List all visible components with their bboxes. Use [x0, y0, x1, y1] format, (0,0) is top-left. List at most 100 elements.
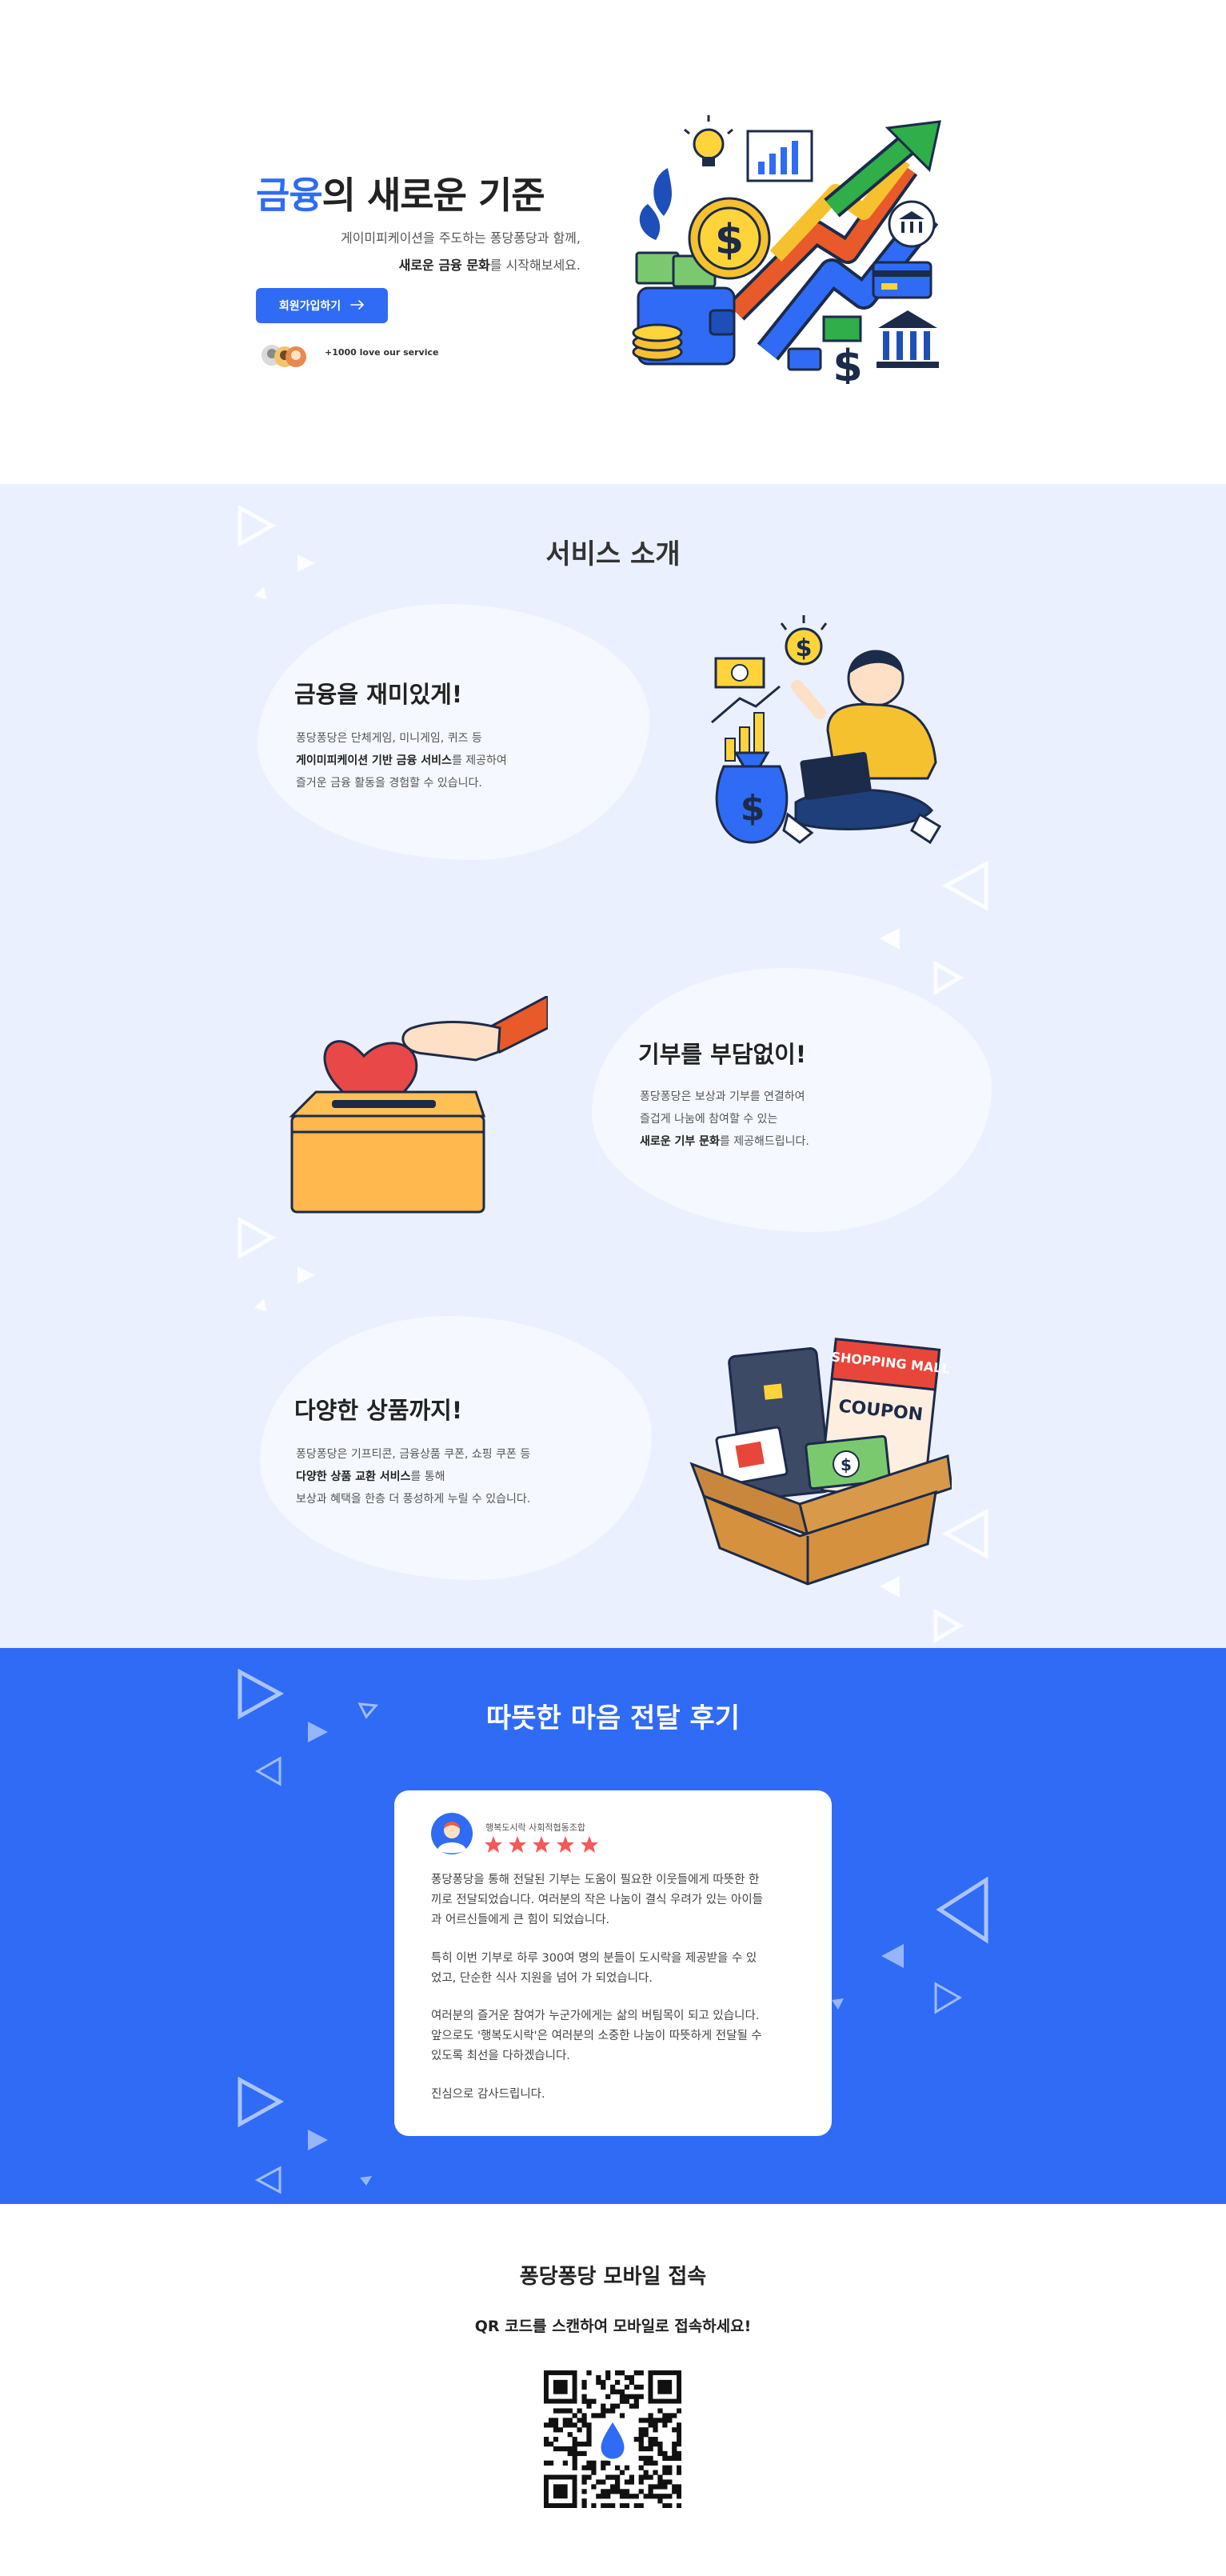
qr-module	[638, 2384, 644, 2390]
qr-module	[648, 2455, 653, 2461]
qr-module	[605, 2474, 611, 2480]
qr-module	[657, 2450, 663, 2457]
feature-desc-rest: 를 제공해드립니다.	[719, 1135, 809, 1148]
qr-module	[586, 2432, 592, 2438]
qr-module	[610, 2408, 616, 2414]
hero-desc-rest: 를 시작해보세요.	[489, 258, 581, 273]
qr-module	[577, 2418, 582, 2423]
qr-module	[629, 2374, 634, 2381]
qr-module	[624, 2398, 630, 2404]
qr-module	[548, 2441, 554, 2447]
qr-module	[544, 2422, 549, 2428]
qr-module	[601, 2465, 606, 2470]
qr-module	[672, 2489, 677, 2494]
qr-module	[677, 2432, 682, 2438]
qr-module	[643, 2474, 649, 2480]
qr-module	[567, 2422, 573, 2428]
bank-building-icon	[877, 310, 939, 368]
qr-module	[638, 2479, 644, 2485]
feature-title-products: 다양한 상품까지!	[294, 1397, 463, 1424]
qr-module	[562, 2422, 568, 2428]
feature-desc-rest: 를 통해	[410, 1470, 445, 1483]
qr-module	[677, 2455, 682, 2461]
qr-module	[643, 2418, 649, 2423]
qr-finder-pattern	[553, 2379, 568, 2394]
qr-module	[643, 2446, 649, 2452]
water-drop-logo-icon	[598, 2418, 627, 2462]
qr-module	[667, 2413, 673, 2418]
qr-module	[619, 2503, 625, 2509]
qr-module	[662, 2465, 668, 2470]
reviews-title: 따뜻한 마음 전달 후기	[485, 1702, 741, 1734]
qr-module	[653, 2470, 658, 2475]
feature-desc-line: 퐁당퐁당은 단체게임, 미니게임, 퀴즈 등	[296, 732, 482, 745]
hero-title: 금융의 새로운 기준	[256, 166, 545, 219]
star-icon	[581, 1836, 598, 1853]
qr-module	[572, 2460, 577, 2466]
hero-title-accent: 금융	[256, 174, 323, 217]
qr-module	[581, 2441, 587, 2447]
qr-module	[677, 2465, 682, 2470]
star-icon	[557, 1836, 574, 1853]
qr-module	[638, 2446, 644, 2452]
qr-module	[572, 2422, 577, 2428]
qr-module	[591, 2484, 597, 2490]
qr-module	[601, 2489, 606, 2494]
qr-module	[624, 2374, 630, 2381]
feature-desc-line: 퐁당퐁당은 기프티콘, 금융상품 쿠폰, 쇼핑 쿠폰 등	[296, 1448, 531, 1461]
qr-module	[577, 2450, 582, 2457]
qr-module	[624, 2494, 630, 2499]
qr-module	[605, 2489, 611, 2494]
qr-module	[619, 2370, 625, 2376]
services-section: 서비스 소개 금융을 재미있게! 퐁당퐁당은 단체게임, 미니게임, 퀴즈 등 …	[0, 484, 1226, 1648]
qr-module	[672, 2450, 677, 2457]
qr-module	[596, 2379, 601, 2386]
qr-module	[586, 2441, 592, 2447]
qr-module	[672, 2446, 677, 2452]
qr-module	[596, 2479, 601, 2485]
review-text-line: 과 어르신들에게 큰 힘이 되었습니다.	[431, 1914, 610, 1926]
hero-desc-bold: 새로운 금융 문화	[398, 258, 490, 273]
qr-module	[581, 2498, 587, 2504]
signup-button[interactable]: 회원가입하기	[256, 288, 388, 323]
qr-module	[586, 2427, 592, 2433]
qr-module	[586, 2370, 592, 2376]
review-text-line: 진심으로 감사드립니다.	[431, 2088, 545, 2101]
qr-module	[562, 2446, 568, 2452]
qr-module	[677, 2494, 682, 2499]
feature-title-donation: 기부를 부담없이!	[638, 1041, 807, 1068]
qr-module	[605, 2370, 611, 2376]
qr-module	[567, 2446, 573, 2452]
qr-module	[648, 2494, 653, 2499]
qr-module	[548, 2418, 554, 2423]
feature-desc-line: 즐겁게 나눔에 참여할 수 있는	[640, 1113, 778, 1126]
qr-module	[557, 2446, 564, 2452]
dollar-coin-icon: $	[688, 197, 771, 280]
qr-module	[605, 2503, 611, 2509]
reviewer-name: 행복도시락 사회적협동조합	[485, 1822, 585, 1833]
qr-module	[657, 2408, 663, 2414]
qr-module	[572, 2446, 577, 2452]
qr-module	[638, 2489, 644, 2494]
qr-module	[614, 2379, 621, 2386]
feature-desc-line: 보상과 혜택을 한층 더 풍성하게 누릴 수 있습니다.	[296, 1493, 531, 1506]
qr-module	[553, 2446, 559, 2452]
qr-module	[633, 2437, 639, 2442]
qr-module	[586, 2437, 592, 2442]
qr-module	[586, 2460, 592, 2466]
user-avatars	[261, 341, 309, 371]
feature-desc-line: 다양한 상품 교환 서비스를 통해	[296, 1468, 445, 1484]
qr-module	[633, 2494, 639, 2499]
review-text-line: 었고, 단순한 식사 지원을 넘어 가 되었습니다.	[431, 1972, 653, 1985]
qr-module	[572, 2413, 577, 2418]
qr-finder-pattern	[657, 2379, 673, 2394]
qr-module	[601, 2503, 606, 2509]
qr-module	[643, 2470, 649, 2475]
review-text-line: 있도록 최선을 다하겠습니다.	[431, 2050, 570, 2062]
qr-module	[591, 2470, 597, 2475]
qr-module	[572, 2465, 577, 2470]
lightbulb-icon	[684, 115, 733, 166]
qr-module	[548, 2422, 554, 2428]
qr-module	[601, 2413, 606, 2418]
qr-code[interactable]	[544, 2370, 682, 2509]
